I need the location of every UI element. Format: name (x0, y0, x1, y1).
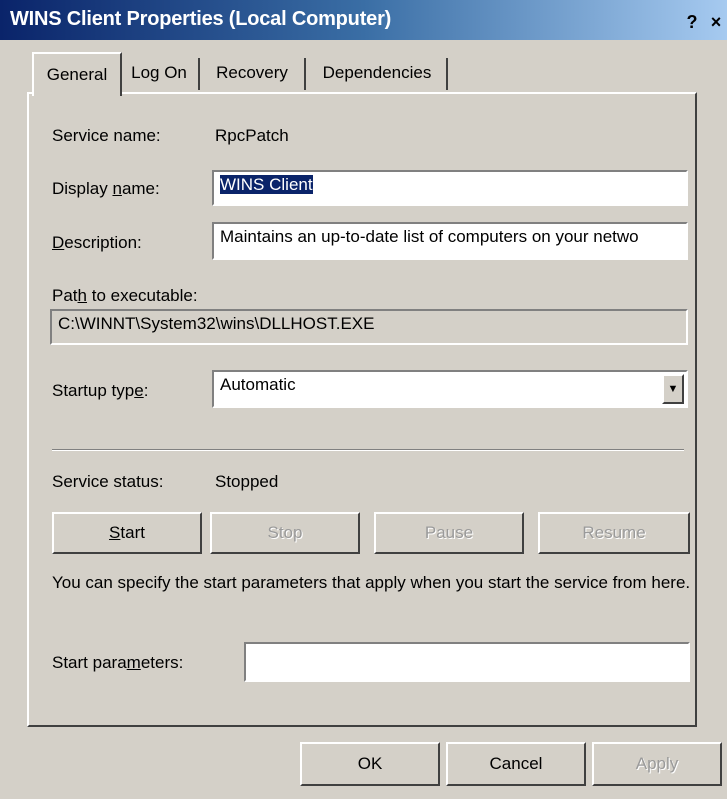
start-parameters-label: Start parameters: (52, 653, 184, 672)
start-button-label: Start (109, 523, 145, 542)
description-label: Description: (52, 233, 142, 252)
tab-dependencies[interactable]: Dependencies (308, 54, 446, 92)
tab-divider (198, 58, 200, 90)
chevron-down-icon[interactable]: ▼ (662, 374, 684, 404)
path-label: Path to executable: (52, 286, 198, 305)
pause-button[interactable]: Pause (374, 512, 524, 554)
title-bar[interactable]: WINS Client Properties (Local Computer) … (0, 0, 727, 40)
tab-recovery-label: Recovery (216, 63, 288, 82)
separator (52, 449, 684, 451)
description-value: Maintains an up-to-date list of computer… (220, 227, 639, 246)
tab-log-on[interactable]: Log On (120, 54, 198, 92)
startup-type-label: Startup type: (52, 381, 149, 400)
cancel-button-label: Cancel (489, 754, 543, 773)
path-value: C:\WINNT\System32\wins\DLLHOST.EXE (58, 314, 375, 333)
description-field[interactable]: Maintains an up-to-date list of computer… (212, 222, 688, 260)
stop-button[interactable]: Stop (210, 512, 360, 554)
ok-button[interactable]: OK (300, 742, 440, 786)
startup-type-select[interactable]: Automatic ▼ (212, 370, 688, 408)
apply-button-label: Apply (635, 754, 679, 773)
apply-button[interactable]: Apply (592, 742, 722, 786)
display-name-field[interactable]: WINS Client (212, 170, 688, 206)
pause-button-label: Pause (424, 523, 474, 542)
resume-button-label: Resume (582, 523, 646, 542)
tab-general[interactable]: General (32, 52, 122, 96)
tab-recovery[interactable]: Recovery (202, 54, 302, 92)
tab-dependencies-label: Dependencies (322, 63, 432, 82)
ok-button-label: OK (357, 754, 383, 773)
window-title: WINS Client Properties (Local Computer) (10, 8, 392, 30)
resume-button[interactable]: Resume (538, 512, 690, 554)
service-status-label: Service status: (52, 472, 164, 491)
display-name-value: WINS Client (220, 175, 313, 194)
display-name-label: Display name: (52, 179, 160, 198)
service-status-value: Stopped (215, 472, 279, 491)
startup-type-value: Automatic (220, 375, 296, 394)
start-parameters-info: You can specify the start parameters tha… (52, 573, 691, 592)
stop-button-label: Stop (267, 523, 303, 542)
tab-general-label: General (46, 65, 108, 84)
path-field: C:\WINNT\System32\wins\DLLHOST.EXE (50, 309, 688, 345)
help-icon[interactable]: ? (681, 12, 703, 32)
tab-divider (446, 58, 448, 90)
close-icon[interactable]: × (705, 12, 727, 32)
cancel-button[interactable]: Cancel (446, 742, 586, 786)
tab-divider (304, 58, 306, 90)
service-name-value: RpcPatch (215, 126, 289, 145)
service-name-label: Service name: (52, 126, 161, 145)
start-parameters-input[interactable] (244, 642, 690, 682)
start-button[interactable]: Start (52, 512, 202, 554)
tab-log-on-label: Log On (131, 63, 187, 82)
